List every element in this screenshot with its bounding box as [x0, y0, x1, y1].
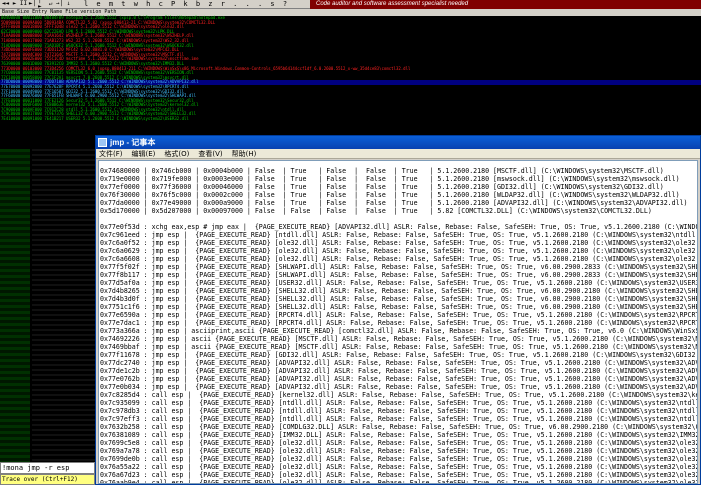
banner-ad[interactable]: Code auditor and software assessment spe…	[310, 0, 701, 9]
result-line: 0x7c961eed : jmp esp | {PAGE_EXECUTE_REA…	[100, 231, 698, 239]
modules-list: 00400000 00011000 00404F09 notepad 5.1.2…	[0, 15, 701, 122]
notepad-window: jmp - 记事本 文件(F) 编辑(E) 格式(O) 查看(V) 帮助(H) 0x74…	[95, 135, 701, 485]
status-bar: Trace over (Ctrl+F12)	[0, 474, 95, 485]
result-line: 0x7469bbaf : jmp esp | ascii {PAGE_EXECU…	[100, 343, 698, 351]
menu-item[interactable]: 帮助(H)	[232, 149, 257, 159]
dump-hex-column	[32, 149, 95, 462]
toolbar-button[interactable]: ►|	[29, 1, 36, 8]
result-line: 0x7c6a0f52 : jmp esp | {PAGE_EXECUTE_REA…	[100, 239, 698, 247]
module-table-line: 0x719e0000 | 0x719fe000 | 0x0003e000 | F…	[100, 175, 680, 183]
result-line: 0x76aab9e4 : call esp | {PAGE_EXECUTE_RE…	[100, 479, 698, 484]
result-line: 0x77d5af0a : jmp esp | {PAGE_EXECUTE_REA…	[100, 279, 698, 287]
toolbar-button[interactable]: ►	[11, 1, 18, 8]
result-line: 0x77e0b034 : jmp esp | {PAGE_EXECUTE_REA…	[100, 383, 698, 391]
result-line: 0x7c6a0629 : jmp esp | {PAGE_EXECUTE_REA…	[100, 247, 698, 255]
module-info-table: 0x74680000 | 0x746cb000 | 0x0004b000 | F…	[99, 167, 697, 215]
menu-item[interactable]: 文件(F)	[99, 149, 123, 159]
result-line: 0x77f8b117 : jmp esp | {PAGE_EXECUTE_REA…	[100, 271, 698, 279]
menu-item[interactable]: 格式(O)	[164, 149, 189, 159]
module-row[interactable]: 7E410000 00091000 7E41B217 USER32 5.1.26…	[0, 116, 701, 122]
toolbar-button[interactable]: ↓	[65, 1, 72, 8]
toolbar-button[interactable]: ↵	[47, 1, 54, 8]
result-line: 0x77e6590a : jmp esp | {PAGE_EXECUTE_REA…	[100, 311, 698, 319]
result-line: 0x76a55a22 : call esp | {PAGE_EXECUTE_RE…	[100, 463, 698, 471]
command-input[interactable]: !mona jmp -r esp	[0, 462, 95, 474]
notepad-titlebar[interactable]: jmp - 记事本	[96, 136, 700, 149]
result-line: 0x7699de0b : call esp | {PAGE_EXECUTE_RE…	[100, 455, 698, 463]
result-line: 0x7c935099 : call esp | {PAGE_EXECUTE_RE…	[100, 399, 698, 407]
notepad-menubar: 文件(F) 编辑(E) 格式(O) 查看(V) 帮助(H)	[96, 149, 700, 159]
notepad-title: jmp - 记事本	[110, 138, 156, 147]
result-line: 0x77f11678 : jmp esp | {PAGE_EXECUTE_REA…	[100, 351, 698, 359]
result-line: 0x74692226 : jmp esp | ascii {PAGE_EXECU…	[100, 335, 698, 343]
result-line: 0x77e0762b : jmp esp | {PAGE_EXECUTE_REA…	[100, 375, 698, 383]
result-line: 0x7c978db3 : call esp | {PAGE_EXECUTE_RE…	[100, 407, 698, 415]
toolbar-button-group: ◄◄ ► II ►| |► ↵ →| ↓	[0, 0, 72, 10]
jmp-esp-results: 0x77e0f53d : xchg eax,esp # jmp eax | {P…	[99, 223, 698, 484]
result-line: 0x7d4b3d0f : jmp esp | {PAGE_EXECUTE_REA…	[100, 295, 698, 303]
module-table-line: 0x5d170000 | 0x5d207000 | 0x00097000 | F…	[100, 207, 652, 215]
executable-modules-pane: Base Size Entry Name File version Path 0…	[0, 9, 701, 149]
result-line: 0x77dc2740 : jmp esp | {PAGE_EXECUTE_REA…	[100, 359, 698, 367]
toolbar-button[interactable]: →|	[56, 1, 63, 8]
result-line: 0x7751c1f6 : jmp esp | {PAGE_EXECUTE_REA…	[100, 303, 698, 311]
notepad-text-area[interactable]: 0x74680000 | 0x746cb000 | 0x0004b000 | F…	[98, 160, 698, 484]
result-line: 0x773a366a : jmp esp | asciiprint,ascii …	[100, 327, 698, 335]
toolbar-button[interactable]: |►	[38, 0, 45, 10]
menu-item[interactable]: 编辑(E)	[132, 149, 156, 159]
toolbar-button[interactable]: ◄◄	[2, 1, 9, 8]
result-line: 0x7c8285d4 : call esp | {PAGE_EXECUTE_RE…	[100, 391, 698, 399]
menu-item[interactable]: 查看(V)	[198, 149, 222, 159]
dump-address-column	[0, 149, 30, 462]
result-line: 0x77f5f02f : jmp esp | {PAGE_EXECUTE_REA…	[100, 263, 698, 271]
module-table-line: 0x76f30000 | 0x76f5c000 | 0x0002c000 | F…	[100, 191, 680, 199]
result-line: 0x76a67d23 : call esp | {PAGE_EXECUTE_RE…	[100, 471, 698, 479]
result-line: 0x7c6a6608 : jmp esp | {PAGE_EXECUTE_REA…	[100, 255, 698, 263]
result-line: 0x7632b258 : call esp | {PAGE_EXECUTE_RE…	[100, 423, 698, 431]
result-line: 0x7d4b8265 : jmp esp | {PAGE_EXECUTE_REA…	[100, 287, 698, 295]
toolbar-window-shortcuts[interactable]: l e m t w h c P k b z r . . . s ?	[84, 0, 289, 8]
result-line: 0x7699c5e8 : call esp | {PAGE_EXECUTE_RE…	[100, 439, 698, 447]
module-table-line: 0x77ef0000 | 0x77f36000 | 0x00046000 | F…	[100, 183, 664, 191]
module-table-line: 0x77da0000 | 0x77e49000 | 0x000a9000 | F…	[100, 199, 688, 207]
result-line: 0x77e7dac1 : jmp esp | {PAGE_EXECUTE_REA…	[100, 319, 698, 327]
result-line: 0x77de1c2b : jmp esp | {PAGE_EXECUTE_REA…	[100, 367, 698, 375]
notepad-app-icon	[98, 138, 107, 147]
module-table-line: 0x74680000 | 0x746cb000 | 0x0004b000 | F…	[100, 167, 664, 175]
debugger-toolbar: ◄◄ ► II ►| |► ↵ →| ↓ l e m t w h c P k b z r . …	[0, 0, 701, 10]
toolbar-button[interactable]: II	[20, 1, 27, 8]
result-line: 0x7c97eff3 : call esp | {PAGE_EXECUTE_RE…	[100, 415, 698, 423]
result-line: 0x769a7a78 : call esp | {PAGE_EXECUTE_RE…	[100, 447, 698, 455]
result-line: 0x77e0f53d : xchg eax,esp # jmp eax | {P…	[100, 223, 697, 231]
dump-pane	[0, 149, 95, 462]
result-line: 0x76381089 : call esp | {PAGE_EXECUTE_RE…	[100, 431, 698, 439]
